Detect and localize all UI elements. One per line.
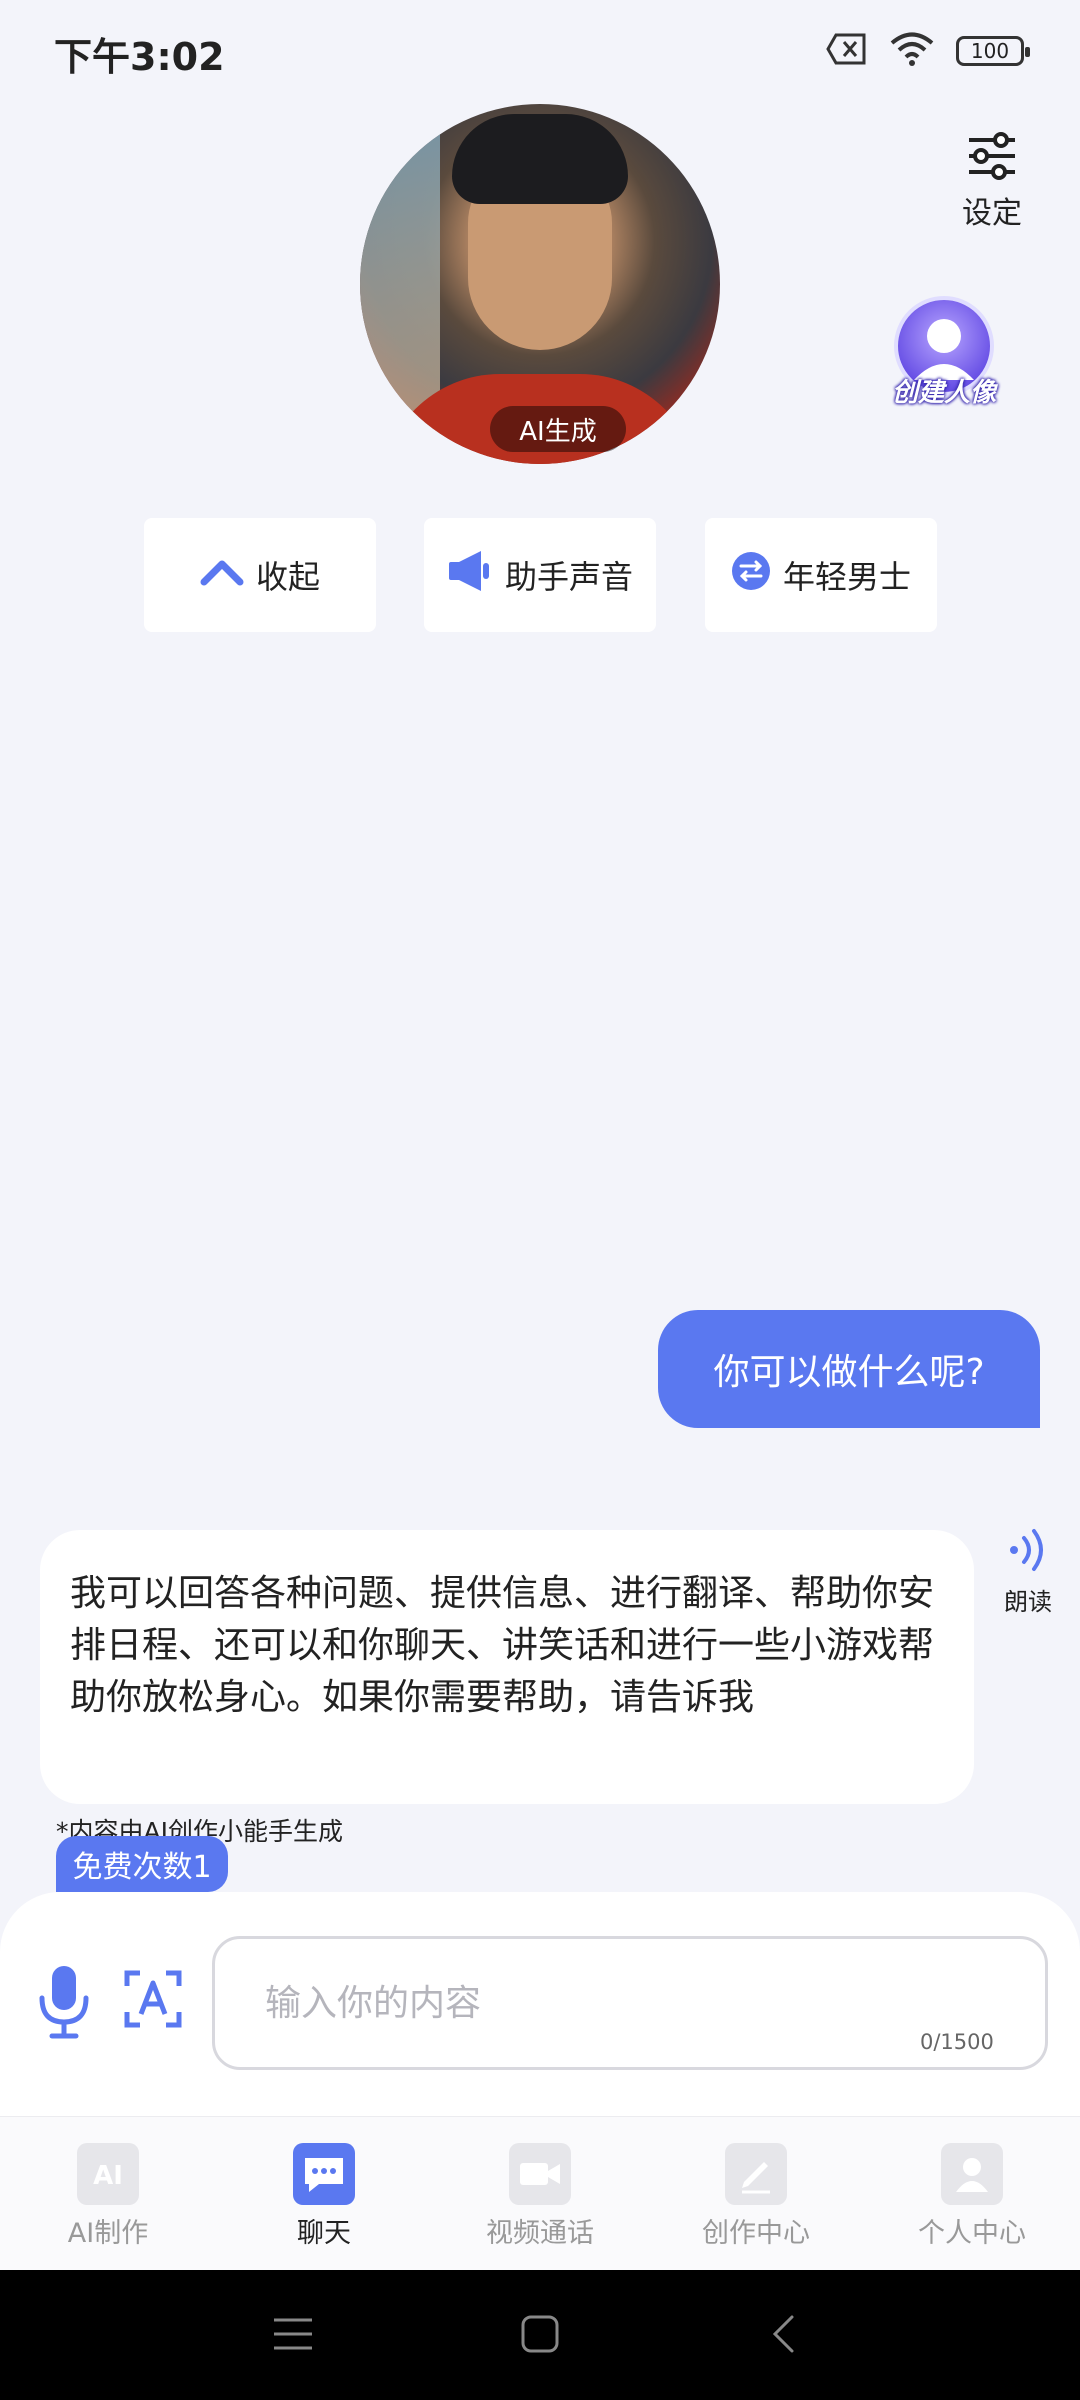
tab-creation-center[interactable]: 创作中心 (676, 2143, 836, 2250)
person-icon (941, 2143, 1003, 2205)
menu-icon[interactable] (272, 2316, 314, 2356)
chevron-up-icon (200, 556, 244, 594)
ai-icon: AI (77, 2143, 139, 2205)
assistant-message-bubble: 我可以回答各种问题、提供信息、进行翻译、帮助你安排日程、还可以和你聊天、讲笑话和… (40, 1530, 974, 1804)
switch-icon (731, 551, 771, 599)
video-icon (509, 2143, 571, 2205)
input-panel: 0/1500 (0, 1892, 1080, 2116)
create-portrait-label: 创建人像 (891, 378, 996, 408)
tab-label: 视频通话 (486, 2218, 594, 2249)
speaker-icon (447, 549, 493, 601)
microphone-button[interactable] (36, 1964, 92, 2040)
system-navigation-bar (0, 2270, 1080, 2400)
microphone-icon (39, 1966, 89, 2039)
status-icons: 100 (826, 32, 1030, 70)
tab-label: 个人中心 (918, 2218, 1026, 2249)
text-recognition-button[interactable] (124, 1970, 182, 2028)
voice-type-button[interactable]: 年轻男士 (705, 518, 937, 632)
tab-label: 创作中心 (702, 2218, 810, 2249)
svg-text:AI: AI (93, 2161, 123, 2191)
back-icon[interactable] (770, 2314, 796, 2358)
chat-icon (293, 2143, 355, 2205)
assistant-voice-label: 助手声音 (504, 558, 633, 596)
sliders-icon (967, 132, 1017, 184)
collapse-button[interactable]: 收起 (144, 518, 376, 632)
settings-button[interactable]: 设定 (952, 132, 1032, 232)
read-aloud-button[interactable]: 朗读 (998, 1528, 1058, 1617)
user-message-bubble: 你可以做什么呢? (658, 1310, 1040, 1428)
assistant-voice-button[interactable]: 助手声音 (424, 518, 656, 632)
tab-video-call[interactable]: 视频通话 (460, 2143, 620, 2250)
text-scan-icon (124, 1970, 182, 2028)
tab-label: AI制作 (67, 2218, 149, 2249)
status-time: 下午3:02 (54, 35, 225, 79)
edit-icon (725, 2143, 787, 2205)
bottom-tab-bar: AI AI制作 聊天 视频通话 创作中心 个人中心 (0, 2116, 1080, 2270)
no-sim-icon (826, 33, 868, 69)
tab-ai-create[interactable]: AI AI制作 (28, 2143, 188, 2250)
assistant-message-text: 我可以回答各种问题、提供信息、进行翻译、帮助你安排日程、还可以和你聊天、讲笑话和… (70, 1573, 935, 1718)
wifi-icon (890, 32, 934, 70)
tab-personal-center[interactable]: 个人中心 (892, 2143, 1052, 2250)
sound-wave-icon (1008, 1528, 1048, 1576)
home-icon[interactable] (520, 2314, 560, 2358)
collapse-label: 收起 (255, 558, 320, 596)
free-count-badge: 免费次数1 (56, 1836, 228, 1892)
tab-label: 聊天 (297, 2218, 351, 2249)
ai-generated-label: AI生成 (490, 406, 626, 452)
read-aloud-label: 朗读 (1004, 1588, 1052, 1616)
settings-label: 设定 (962, 196, 1022, 231)
tab-chat[interactable]: 聊天 (244, 2143, 404, 2250)
status-bar: 下午3:02 100 (0, 0, 1080, 100)
character-count: 0/1500 (920, 2030, 994, 2054)
battery-indicator: 100 (956, 36, 1030, 66)
voice-type-label: 年轻男士 (782, 558, 911, 596)
create-portrait-button[interactable]: 创建人像 (880, 296, 1008, 408)
